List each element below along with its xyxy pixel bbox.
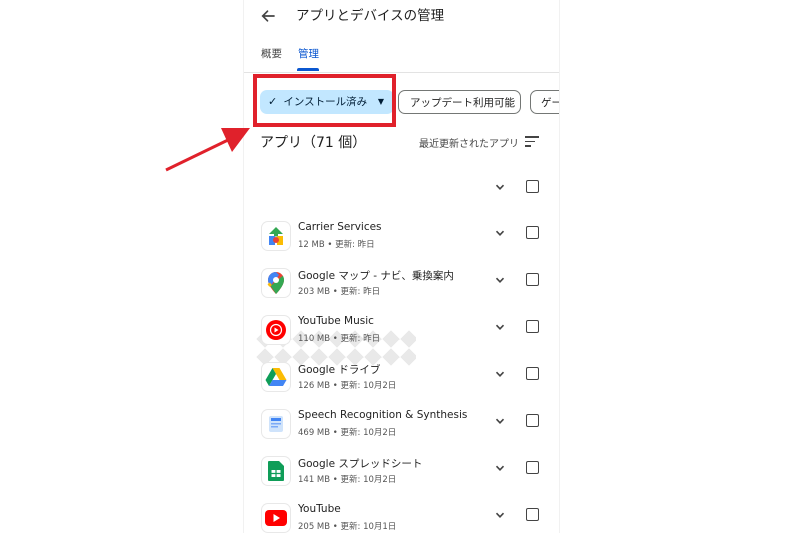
chevron-down-icon[interactable] [494,181,506,193]
sort-label[interactable]: 最近更新されたアプリ [419,135,519,150]
tab-overview[interactable]: 概要 [261,46,282,61]
app-meta: 205 MB • 更新: 10月1日 [298,522,397,532]
list-item[interactable]: YouTube Music 110 MB • 更新: 昨日 [244,308,559,354]
app-name: Google マップ - ナビ、乗換案内 [298,270,454,282]
app-name: YouTube Music [298,315,374,327]
google-maps-icon [262,269,290,297]
annotation-highlight-box [253,74,396,127]
select-checkbox[interactable] [526,461,539,474]
select-checkbox[interactable] [526,320,539,333]
app-name: YouTube [298,503,341,515]
tab-bar: 概要 管理 [244,42,559,73]
app-meta: 12 MB • 更新: 昨日 [298,240,375,250]
list-item[interactable]: Speech Recognition & Synthesis 469 MB • … [244,402,559,448]
app-meta: 203 MB • 更新: 昨日 [298,287,381,297]
app-meta: 141 MB • 更新: 10月2日 [298,475,397,485]
carrier-services-icon [262,222,290,250]
list-item[interactable]: Google マップ - ナビ、乗換案内 203 MB • 更新: 昨日 [244,261,559,307]
chevron-down-icon[interactable] [494,368,506,380]
chevron-down-icon[interactable] [494,321,506,333]
filter-chip-games[interactable]: ゲー [530,90,560,114]
chevron-down-icon[interactable] [494,462,506,474]
youtube-music-icon [262,316,290,344]
list-item[interactable]: Google ドライブ 126 MB • 更新: 10月2日 [244,355,559,401]
youtube-icon [262,504,290,532]
tab-manage[interactable]: 管理 [298,46,319,61]
filter-chip-games-label: ゲー [541,97,560,109]
select-checkbox[interactable] [526,226,539,239]
google-drive-icon [262,363,290,391]
select-checkbox[interactable] [526,367,539,380]
select-checkbox[interactable] [526,273,539,286]
app-name: Carrier Services [298,221,382,233]
app-name: Speech Recognition & Synthesis [298,409,468,421]
page-title: アプリとデバイスの管理 [296,8,445,24]
list-item[interactable]: Carrier Services 12 MB • 更新: 昨日 [244,214,559,260]
sort-icon[interactable] [525,136,539,147]
chevron-down-icon[interactable] [494,227,506,239]
app-meta: 469 MB • 更新: 10月2日 [298,428,397,438]
app-meta: 110 MB • 更新: 昨日 [298,334,381,344]
filter-chip-updates-label: アップデート利用可能 [410,97,515,109]
app-name: Google ドライブ [298,364,381,376]
apps-count-title: アプリ（71 個） [260,135,367,151]
list-item[interactable]: YouTube 205 MB • 更新: 10月1日 [244,496,559,533]
chevron-down-icon[interactable] [494,509,506,521]
app-name: Google スプレッドシート [298,458,423,470]
arrow-back-icon[interactable] [256,6,280,28]
top-app-bar: アプリとデバイスの管理 [244,0,559,34]
list-item[interactable] [244,163,559,366]
app-meta: 126 MB • 更新: 10月2日 [298,381,397,391]
list-item[interactable]: Google スプレッドシート 141 MB • 更新: 10月2日 [244,449,559,495]
select-checkbox[interactable] [526,508,539,521]
chevron-down-icon[interactable] [494,274,506,286]
chevron-down-icon[interactable] [494,415,506,427]
select-checkbox[interactable] [526,414,539,427]
filter-chip-updates[interactable]: アップデート利用可能 [398,90,521,114]
google-sheets-icon [262,457,290,485]
select-checkbox[interactable] [526,180,539,193]
tab-indicator [297,68,319,71]
speech-recognition-icon [262,410,290,438]
